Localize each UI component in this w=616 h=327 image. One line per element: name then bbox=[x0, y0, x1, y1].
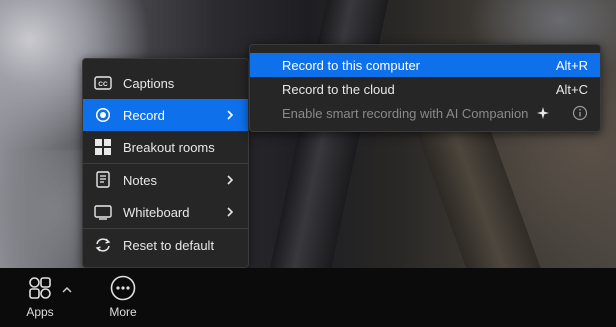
apps-more-menu: CC Captions Record Breakout rooms Notes … bbox=[82, 58, 249, 268]
meeting-toolbar: Apps More bbox=[0, 268, 616, 327]
submenu-item-label: Record to the cloud bbox=[282, 81, 395, 97]
info-icon[interactable] bbox=[572, 105, 588, 121]
submenu-item-smart-recording[interactable]: Enable smart recording with AI Companion bbox=[250, 101, 600, 125]
notes-icon bbox=[93, 170, 113, 190]
record-submenu: Record to this computer Alt+R Record to … bbox=[249, 44, 601, 132]
chevron-right-icon bbox=[224, 108, 236, 122]
video-background-detail bbox=[269, 0, 391, 268]
chevron-right-icon bbox=[224, 205, 236, 219]
svg-text:CC: CC bbox=[98, 81, 108, 88]
submenu-item-record-to-computer[interactable]: Record to this computer Alt+R bbox=[250, 53, 600, 77]
more-button[interactable]: More bbox=[109, 274, 137, 319]
apps-button[interactable]: Apps bbox=[26, 274, 54, 319]
cc-icon: CC bbox=[93, 73, 113, 93]
chevron-up-icon[interactable] bbox=[61, 282, 73, 293]
menu-item-label: Breakout rooms bbox=[123, 139, 215, 155]
shortcut-label: Alt+C bbox=[555, 81, 588, 97]
more-label: More bbox=[109, 305, 137, 319]
reset-icon bbox=[93, 235, 113, 255]
shortcut-label: Alt+R bbox=[555, 57, 588, 73]
sparkle-icon bbox=[536, 106, 550, 120]
apps-label: Apps bbox=[26, 305, 54, 319]
whiteboard-icon bbox=[93, 202, 113, 222]
menu-item-captions[interactable]: CC Captions bbox=[83, 67, 248, 99]
menu-item-breakout-rooms[interactable]: Breakout rooms bbox=[83, 131, 248, 163]
menu-item-label: Notes bbox=[123, 172, 157, 188]
chevron-right-icon bbox=[224, 173, 236, 187]
submenu-item-label: Enable smart recording with AI Companion bbox=[282, 105, 529, 121]
apps-icon bbox=[26, 274, 54, 302]
menu-item-record[interactable]: Record bbox=[83, 99, 248, 131]
menu-item-label: Reset to default bbox=[123, 237, 215, 253]
breakout-rooms-icon bbox=[93, 137, 113, 157]
more-icon bbox=[109, 274, 137, 302]
record-icon bbox=[93, 105, 113, 125]
menu-item-reset-to-default[interactable]: Reset to default bbox=[83, 229, 248, 261]
menu-item-label: Record bbox=[123, 107, 165, 123]
menu-item-notes[interactable]: Notes bbox=[83, 164, 248, 196]
menu-item-label: Whiteboard bbox=[123, 204, 190, 220]
menu-item-label: Captions bbox=[123, 75, 175, 91]
submenu-item-label: Record to this computer bbox=[282, 57, 421, 73]
menu-item-whiteboard[interactable]: Whiteboard bbox=[83, 196, 248, 228]
submenu-item-record-to-cloud[interactable]: Record to the cloud Alt+C bbox=[250, 77, 600, 101]
